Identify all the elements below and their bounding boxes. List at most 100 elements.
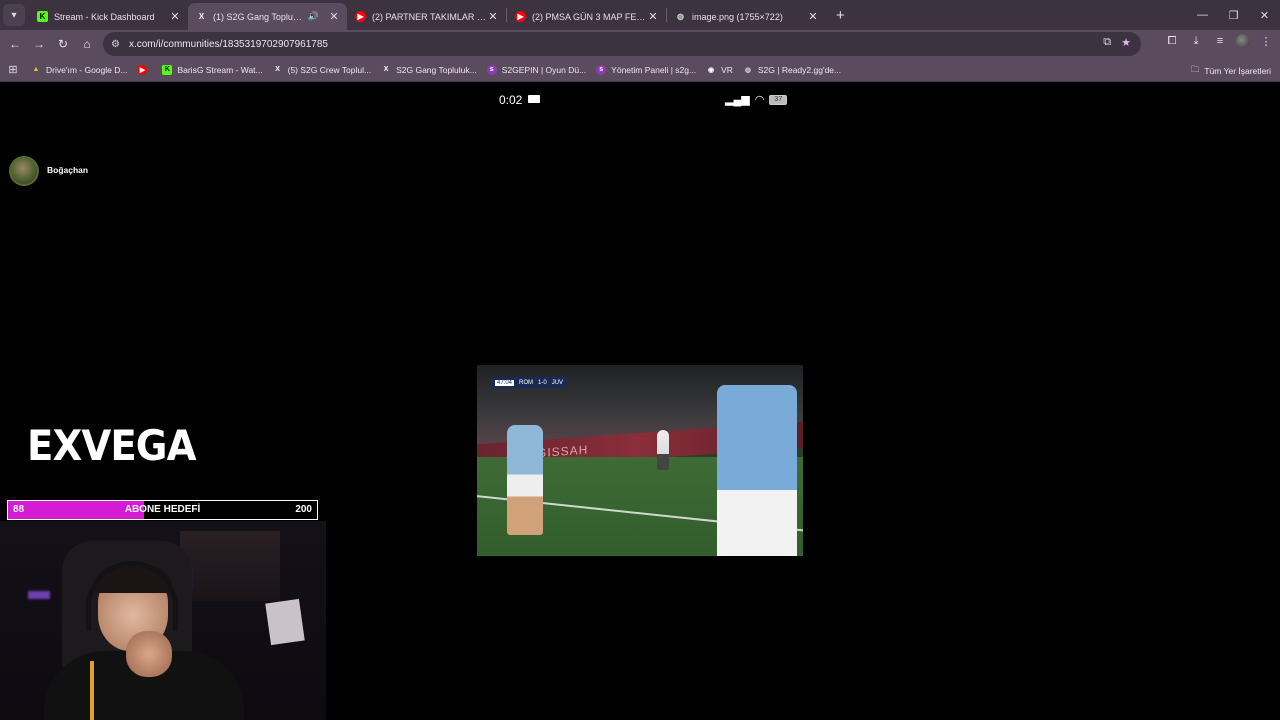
sub-goal-label: ABONE HEDEFİ [124,504,201,515]
kick-icon: K [162,64,173,75]
bookmark-label: Yönetim Paneli | s2g... [611,64,697,75]
bookmark-item[interactable]: s S2GEPIN | Oyun Dü... [482,64,591,75]
tab-title: (2) PARTNER TAKIMLAR BELLİ OLDU [372,11,486,22]
webcam-overlay [0,521,326,720]
bookmark-item[interactable]: K BarisG Stream - Wat... [157,64,267,75]
site-info-icon[interactable]: ⚙ [111,39,120,50]
tab-strip: ▾ K Stream - Kick Dashboard ✕ X (1) S2G Gang… [0,0,1280,30]
match-score: 1-0 [538,379,547,386]
tab-4[interactable]: ◍ image.png (1755×722) ✕ [667,3,826,30]
bookmark-item[interactable]: X (5) S2G Crew Toplul... [268,65,376,75]
home-team: ROM [519,379,534,386]
tab-3[interactable]: ▶ (2) PMSA GÜN 3 MAP FEED DEĞER✕ [507,3,666,30]
jersey-trim [90,661,94,720]
streamer-hand [126,631,172,677]
sub-goal-current: 88 [13,504,25,515]
drive-icon: ▲ [32,66,40,73]
all-bookmarks-label: Tüm Yer İşaretleri [1204,66,1271,76]
audio-icon[interactable]: 🔊 [308,11,319,22]
extensions-icon[interactable]: ⧠ [1164,35,1180,48]
youtube-icon: ▶ [515,11,526,22]
minimize-icon[interactable]: — [1187,9,1218,21]
close-tab-icon[interactable]: ✕ [168,10,182,23]
install-app-icon[interactable]: ⧉ [1103,36,1111,49]
close-window-icon[interactable]: ✕ [1249,9,1280,22]
avatar[interactable] [9,156,39,186]
bookmark-item[interactable]: s Yönetim Paneli | s2g... [591,64,701,75]
bookmark-star-icon[interactable]: ★ [1121,36,1131,49]
all-bookmarks-button[interactable]: 🗀 Tüm Yer İşaretleri [1191,64,1271,78]
wifi-icon: ◠ [754,94,765,106]
address-url[interactable]: x.com/i/communities/1835319702907961785 [129,39,328,50]
bookmarks-bar: ⊞ ▲ Drive'ım - Google D... ▶ K BarisG Stream… [0,58,1280,82]
kick-icon: K [37,11,48,22]
folder-icon: 🗀 [1190,64,1200,74]
tab-2[interactable]: ▶ (2) PARTNER TAKIMLAR BELLİ OLDU✕ [347,3,506,30]
tab-title: Stream - Kick Dashboard [54,11,155,22]
user-name[interactable]: Boğaçhan [47,165,88,175]
player [657,430,669,470]
window-controls: — ❐ ✕ [1187,0,1280,30]
tab-title: (2) PMSA GÜN 3 MAP FEED DEĞER [532,11,646,22]
s2g-icon: s [596,64,607,75]
browser-toolbar: ← → ↻ ⌂ ⚙ x.com/i/communities/1835319702… [0,30,1280,58]
video-player[interactable]: 0:02 ▂▄▆ ◠ 37 Boğaçhan GISSAH 47:04 ROM … [0,84,1280,720]
x-icon: X [275,66,280,73]
player [717,385,797,556]
camera-icon [528,95,540,103]
apps-grid-icon[interactable]: ⊞ [0,63,26,76]
phone-status-icons: ▂▄▆ ◠ 37 [725,93,788,106]
tab-search-button[interactable]: ▾ [3,4,25,26]
reload-icon[interactable]: ↻ [51,37,75,51]
close-tab-icon[interactable]: ✕ [327,10,341,23]
forward-icon[interactable]: → [27,37,51,51]
vr-icon: ◉ [708,66,715,74]
bookmark-label: S2G | Ready2.gg'de... [757,64,842,75]
tab-0[interactable]: K Stream - Kick Dashboard ✕ [29,3,188,30]
tab-title: image.png (1755×722) [692,11,783,22]
screen: ▾ K Stream - Kick Dashboard ✕ X (1) S2G Gang… [0,0,1280,720]
bookmark-item[interactable]: ▲ Drive'ım - Google D... [26,65,132,75]
bookmark-item[interactable]: ◍ S2G | Ready2.gg'de... [738,65,846,75]
home-icon[interactable]: ⌂ [75,37,99,51]
match-clock: 47:04 [495,379,515,386]
bookmark-label: (5) S2G Crew Toplul... [287,64,372,75]
bookmark-label: BarisG Stream - Wat... [177,64,263,75]
youtube-icon: ▶ [355,11,366,22]
phone-status-time: 0:02 [499,93,523,107]
download-icon[interactable]: ⤓ [1188,35,1204,48]
bookmark-label: Drive'ım - Google D... [46,64,128,75]
globe-icon: ◍ [744,66,751,74]
bookmark-item[interactable]: X S2G Gang Topluluk... [376,65,482,75]
away-team: JUV [551,379,564,386]
bookmark-item[interactable]: ◉ VR [701,65,738,75]
shelf [180,531,280,601]
signal-icon: ▂▄▆ [725,94,750,106]
back-icon[interactable]: ← [3,37,27,51]
streamer-logo: EXVEGA [27,421,197,470]
close-tab-icon[interactable]: ✕ [646,10,660,23]
tab-1[interactable]: X (1) S2G Gang Topluluk / X 🔊 ✕ [188,3,347,30]
battery-icon: 37 [769,94,788,105]
new-tab-button[interactable]: + [836,7,845,24]
profile-avatar[interactable] [1236,34,1250,48]
s2g-icon: s [486,64,497,75]
player [507,425,543,535]
scoreboard: 47:04 ROM 1-0 JUV [491,377,568,388]
football-clip: GISSAH 47:04 ROM 1-0 JUV [477,365,803,556]
bookmark-item[interactable]: ▶ [132,64,157,75]
x-icon: X [198,12,205,21]
sub-goal-bar: ABONE HEDEFİ 88 200 [7,500,318,520]
close-tab-icon[interactable]: ✕ [806,10,820,23]
sub-goal-target: 200 [295,504,312,515]
tab-title: (1) S2G Gang Topluluk / X [213,11,304,22]
address-bar[interactable]: ⚙ x.com/i/communities/183531970290796178… [103,32,1141,56]
globe-icon: ◍ [677,12,684,21]
bookmark-label: VR [721,64,733,75]
x-icon: X [383,66,389,73]
poster [265,598,305,646]
restore-icon[interactable]: ❐ [1218,9,1249,22]
menu-icon[interactable]: ⋮ [1258,35,1274,48]
close-tab-icon[interactable]: ✕ [486,10,500,23]
media-control-icon[interactable]: ≡ [1212,35,1228,47]
